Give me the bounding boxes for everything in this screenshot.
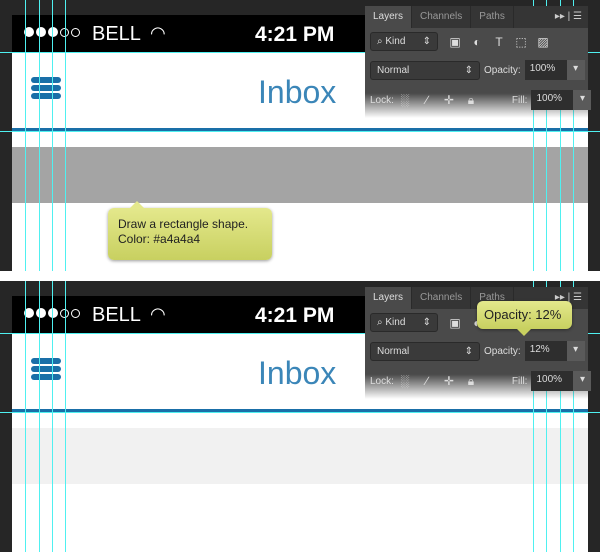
- layers-panel: Layers Channels Paths ▸▸ | ☰ ⌕ Kind⇕ ▣ ◐…: [365, 6, 592, 118]
- hamburger-menu-icon[interactable]: [31, 358, 61, 382]
- clock: 4:21 PM: [255, 304, 335, 327]
- opacity-input[interactable]: 12%: [524, 341, 567, 361]
- lock-transparent-icon[interactable]: ░: [394, 374, 416, 388]
- lock-transparent-icon[interactable]: ░: [394, 93, 416, 107]
- page-title: Inbox: [258, 355, 337, 391]
- blend-mode-select[interactable]: Normal ⇕: [370, 60, 480, 80]
- step-2-canvas: BELL ◠ 4:21 PM Inbox Layers Channels Pat…: [0, 281, 600, 552]
- tab-channels[interactable]: Channels: [412, 287, 472, 309]
- clock: 4:21 PM: [255, 23, 335, 46]
- opacity-dropdown[interactable]: ▾: [566, 341, 585, 361]
- image-filter-icon[interactable]: ▣: [444, 316, 466, 330]
- smart-object-filter-icon[interactable]: ▨: [532, 35, 554, 49]
- rectangle-shape[interactable]: [12, 428, 588, 484]
- lock-brush-icon[interactable]: ∕: [416, 93, 438, 107]
- opacity-input[interactable]: 100%: [524, 60, 567, 80]
- guide-line: [39, 281, 40, 552]
- fill-label: Fill:: [511, 94, 528, 106]
- type-filter-icon[interactable]: T: [488, 35, 510, 49]
- adjustment-filter-icon[interactable]: ◐: [466, 35, 488, 49]
- filter-kind-select[interactable]: ⌕ Kind ⇕: [370, 313, 438, 332]
- lock-move-icon[interactable]: ✛: [438, 93, 460, 107]
- guide-line: [65, 281, 66, 552]
- lock-all-icon[interactable]: 🔒︎: [460, 93, 482, 108]
- guide-line: [65, 0, 66, 271]
- carrier: BELL: [92, 304, 141, 326]
- guide-line: [0, 131, 600, 132]
- guide-line: [52, 281, 53, 552]
- lock-label: Lock:: [370, 375, 394, 387]
- tab-layers[interactable]: Layers: [365, 6, 413, 28]
- instruction-tooltip: Draw a rectangle shape. Color: #a4a4a4: [108, 201, 272, 260]
- guide-line: [52, 0, 53, 271]
- opacity-label: Opacity:: [484, 64, 521, 76]
- fill-dropdown[interactable]: ▾: [573, 90, 592, 110]
- lock-brush-icon[interactable]: ∕: [416, 374, 438, 388]
- fill-label: Fill:: [511, 375, 528, 387]
- tab-channels[interactable]: Channels: [412, 6, 472, 28]
- tab-paths[interactable]: Paths: [471, 6, 514, 28]
- guide-line: [25, 0, 26, 271]
- rectangle-shape[interactable]: [12, 147, 588, 203]
- opacity-dropdown[interactable]: ▾: [566, 60, 585, 80]
- blend-mode-select[interactable]: Normal ⇕: [370, 341, 480, 361]
- guide-line: [25, 281, 26, 552]
- lock-all-icon[interactable]: 🔒︎: [460, 374, 482, 389]
- image-filter-icon[interactable]: ▣: [444, 35, 466, 49]
- wifi-icon: ◠: [150, 23, 166, 43]
- wifi-icon: ◠: [150, 304, 166, 324]
- tab-layers[interactable]: Layers: [365, 287, 413, 309]
- filter-kind-select[interactable]: ⌕ Kind ⇕: [370, 32, 438, 51]
- page-title: Inbox: [258, 74, 337, 110]
- lock-move-icon[interactable]: ✛: [438, 374, 460, 388]
- shape-filter-icon[interactable]: ⬚: [510, 35, 532, 49]
- opacity-label: Opacity:: [484, 345, 521, 357]
- carrier: BELL: [92, 23, 141, 45]
- panel-menu-icon[interactable]: ▸▸ | ☰: [549, 6, 588, 28]
- opacity-tooltip: Opacity: 12%: [477, 301, 572, 336]
- fill-dropdown[interactable]: ▾: [573, 371, 592, 391]
- fill-input[interactable]: 100%: [531, 90, 574, 110]
- guide-line: [39, 0, 40, 271]
- fill-input[interactable]: 100%: [531, 371, 574, 391]
- step-1-canvas: BELL ◠ 4:21 PM Inbox Layers Channels Pat…: [0, 0, 600, 271]
- hamburger-menu-icon[interactable]: [31, 77, 61, 101]
- guide-line: [0, 412, 600, 413]
- lock-label: Lock:: [370, 94, 394, 106]
